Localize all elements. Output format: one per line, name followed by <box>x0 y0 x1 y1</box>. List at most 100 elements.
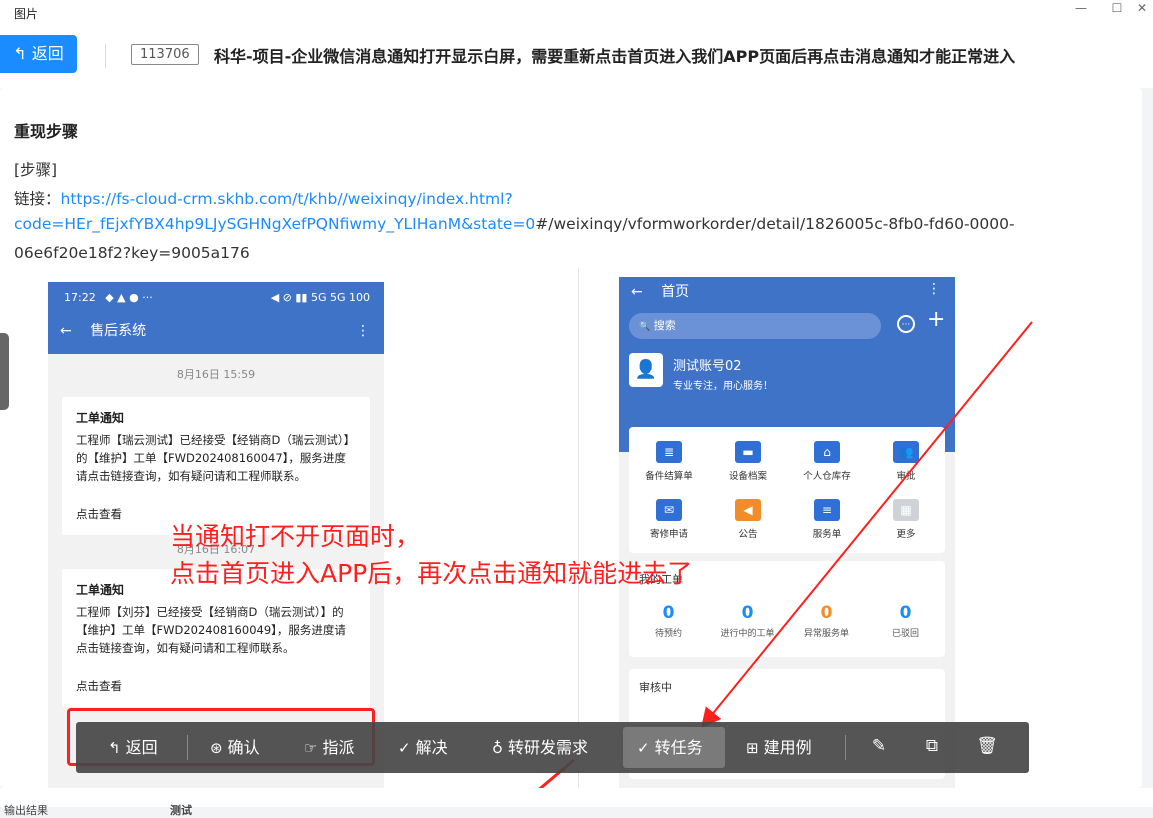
toolbar-label: 转研发需求 <box>508 738 589 757</box>
feature-more: ▦ 更多 <box>868 499 944 540</box>
settlement-icon: ≣ <box>656 441 682 463</box>
feature-device-archive: ▬ 设备档案 <box>710 441 786 482</box>
toolbar-label: 指派 <box>322 738 355 757</box>
feature-service-order: ≡ 服务单 <box>789 499 865 540</box>
content-card: 重现步骤 [步骤] 链接：https://fs-cloud-crm.skhb.c… <box>0 88 1142 788</box>
back-button[interactable]: ↰ 返回 <box>0 35 77 73</box>
order-stat: 0 进行中的工单 <box>708 603 787 639</box>
feature-parts-settlement: ≣ 备件结算单 <box>631 441 707 482</box>
link-url-part-2[interactable]: code=HEr_fEjxfYBX4hp9LJySGHNgXefPQNfiwmy… <box>14 215 535 233</box>
toolbar-label: 解决 <box>415 738 448 757</box>
close-icon[interactable]: ✕ <box>1124 0 1153 20</box>
back-arrow-icon: ← <box>631 284 643 300</box>
toolbar-to-requirement-button[interactable]: ♁ 转研发需求 <box>492 722 588 773</box>
page-header: ↰ 返回 113706 科华-项目-企业微信消息通知打开显示白屏，需要重新点击首… <box>0 28 1153 88</box>
minimize-icon[interactable]: — <box>1063 0 1099 20</box>
order-stat-value: 0 <box>899 603 912 623</box>
notification-title: 工单通知 <box>76 411 125 425</box>
hand-pointer-icon: ☞ <box>304 739 318 757</box>
check-circle-icon: ✓ <box>398 739 411 757</box>
home-search-box: 🔍 搜索 <box>629 313 881 339</box>
order-stat-label: 进行中的工单 <box>720 629 775 639</box>
toolbar-label: 确认 <box>227 738 260 757</box>
order-stat: 0 待预约 <box>629 603 708 639</box>
link-line-1: 链接：https://fs-cloud-crm.skhb.com/t/khb//… <box>14 187 513 209</box>
feature-label: 公告 <box>738 529 758 540</box>
folder-icon: ▬ <box>735 441 761 463</box>
return-icon: ↰ <box>108 739 121 757</box>
order-stat-label: 异常服务单 <box>803 629 849 639</box>
delete-icon[interactable]: 🗑 <box>976 735 998 757</box>
add-icon: + <box>927 307 946 332</box>
check-icon: ✓ <box>637 739 650 757</box>
feature-announcement: ◀ 公告 <box>710 499 786 540</box>
section-title: 重现步骤 <box>14 122 79 141</box>
link-url-rest: #/weixinqy/vformworkorder/detail/1826005… <box>535 215 1015 233</box>
toolbar-confirm-button[interactable]: ⊛ 确认 <box>210 722 260 773</box>
feature-approval: 👥 审批 <box>868 441 944 482</box>
order-stat: 0 已驳回 <box>866 603 945 639</box>
home-nav-title: 首页 <box>661 284 690 300</box>
chat-icon: ··· <box>897 315 915 333</box>
order-stat: 0 异常服务单 <box>787 603 866 639</box>
notification-body: 工程师【瑞云测试】已经接受【经销商D（瑞云测试）】的【维护】工单【FWD2024… <box>76 433 356 483</box>
footer-left-text: 输出结果 <box>4 804 48 817</box>
order-stat-value: 0 <box>662 603 675 623</box>
link-line-2: code=HEr_fEjxfYBX4hp9LJySGHNgXefPQNfiwmy… <box>14 215 1015 233</box>
annotation-line-2: 点击首页进入APP后，再次点击通知就能进去了 <box>170 559 693 588</box>
sitemap-icon: ⊞ <box>746 739 759 757</box>
megaphone-icon: ◀ <box>735 499 761 521</box>
return-icon: ↰ <box>13 44 27 63</box>
image-action-toolbar: ↰ 返回 ⊛ 确认 ☞ 指派 ✓ 解决 ♁ 转研发需求 ✓ 转任务 ⊞ 建用例 ✎ ⧉ 🗑 <box>76 722 1029 773</box>
toolbar-label: 返回 <box>125 738 158 757</box>
account-slogan: 专业专注，用心服务！ <box>673 381 773 392</box>
toolbar-separator <box>187 735 188 760</box>
more-icon: ⋮ <box>927 281 941 297</box>
feature-label: 更多 <box>896 529 916 540</box>
annotation-text: 当通知打不开页面时， 点击首页进入APP后，再次点击通知就能进去了 <box>170 518 692 592</box>
review-title: 审核中 <box>639 681 672 694</box>
notification-body: 工程师【刘芬】已经接受【经销商D（瑞云测试）】的【维护】工单【FWD202408… <box>76 605 346 655</box>
order-stat-label: 已驳回 <box>891 629 919 639</box>
search-placeholder: 搜索 <box>653 319 676 332</box>
message-timestamp: 8月16日 15:59 <box>176 368 256 381</box>
edit-icon[interactable]: ✎ <box>868 735 890 757</box>
copy-icon[interactable]: ⧉ <box>921 735 943 757</box>
left-scroll-handle[interactable] <box>0 333 9 410</box>
account-name: 测试账号02 <box>673 359 742 374</box>
feature-label: 设备档案 <box>728 471 767 482</box>
lightbulb-icon: ♁ <box>492 739 503 757</box>
toolbar-create-case-button[interactable]: ⊞ 建用例 <box>746 722 812 773</box>
notification-view-link: 点击查看 <box>76 679 122 693</box>
ok-icon: ⊛ <box>210 739 223 757</box>
footer-mid-text: 测试 <box>170 804 192 817</box>
more-icon: ⋮ <box>356 323 370 339</box>
feature-label: 个人仓库存 <box>803 471 851 482</box>
feature-label: 服务单 <box>812 529 842 540</box>
grid-icon: ▦ <box>893 499 919 521</box>
toolbar-return-button[interactable]: ↰ 返回 <box>108 722 158 773</box>
home-header-bg <box>619 277 955 452</box>
notification-card: 工单通知 工程师【瑞云测试】已经接受【经销商D（瑞云测试）】的【维护】工单【FW… <box>62 397 370 535</box>
divider <box>105 44 106 68</box>
feature-label: 备件结算单 <box>645 471 693 482</box>
page-title: 科华-项目-企业微信消息通知打开显示白屏，需要重新点击首页进入我们APP页面后再… <box>214 47 1016 66</box>
feature-personal-stock: ⌂ 个人仓库存 <box>789 441 865 482</box>
avatar: 👤 <box>629 353 663 387</box>
steps-label: [步骤] <box>14 161 58 179</box>
back-arrow-icon: ← <box>60 323 72 339</box>
status-app-icons: ◆ ▲ ● ··· <box>105 291 153 304</box>
link-url-part-1[interactable]: https://fs-cloud-crm.skhb.com/t/khb//wei… <box>61 190 513 208</box>
link-line-3: 06e6f20e18f2?key=9005a176 <box>14 244 250 262</box>
annotation-line-1: 当通知打不开页面时， <box>170 522 421 551</box>
toolbar-label: 建用例 <box>763 738 812 757</box>
phone-nav-title: 售后系统 <box>90 323 147 339</box>
phone-nav-bar: ← 售后系统 ⋮ <box>48 314 384 354</box>
toolbar-assign-button[interactable]: ☞ 指派 <box>304 722 354 773</box>
bottom-strip: 输出结果 测试 <box>0 788 1153 817</box>
back-label: 返回 <box>31 44 64 63</box>
toolbar-to-task-button[interactable]: ✓ 转任务 <box>637 722 703 773</box>
home-nav-bar: ← 首页 <box>631 281 689 301</box>
toolbar-resolve-button[interactable]: ✓ 解决 <box>398 722 448 773</box>
order-stat-value: 0 <box>741 603 754 623</box>
